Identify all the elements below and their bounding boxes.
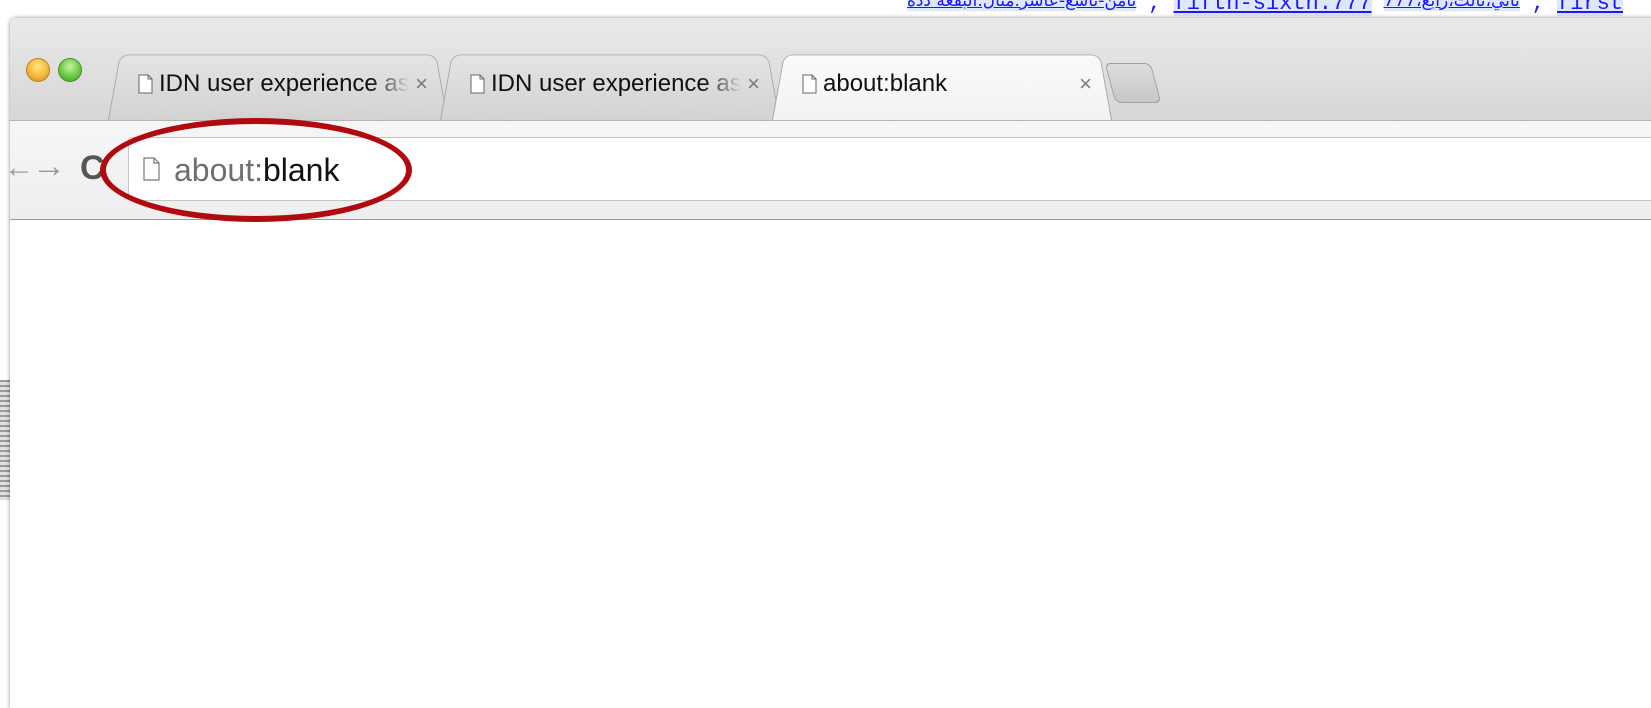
page-icon — [138, 74, 153, 94]
page-icon — [470, 74, 485, 94]
page-content — [10, 220, 1651, 708]
close-icon[interactable]: × — [415, 71, 428, 97]
back-arrow-icon[interactable]: ← — [10, 151, 34, 185]
tab-about-blank[interactable]: about:blank × — [786, 48, 1096, 120]
minimize-button[interactable] — [26, 58, 50, 82]
background-link[interactable]: ثاني،ثالث،رابع،777 — [1383, 0, 1520, 11]
page-icon — [802, 74, 817, 94]
background-link[interactable]: fifth-sixth.777 — [1173, 0, 1372, 16]
close-icon[interactable]: × — [1079, 71, 1092, 97]
new-tab-button[interactable] — [1104, 63, 1162, 103]
background-link[interactable]: first — [1556, 0, 1623, 16]
browser-window: IDN user experience assessment × IDN use… — [10, 18, 1651, 708]
tab-title: IDN user experience assessment — [491, 70, 741, 97]
reload-icon[interactable]: C — [80, 149, 105, 188]
forward-arrow-icon[interactable]: → — [32, 147, 66, 186]
background-link[interactable]: ثامن-تاسع-عاشر.مثال.البقعة ددة — [906, 0, 1137, 11]
tab-title: IDN user experience assessment — [159, 70, 409, 97]
tab-strip: IDN user experience assessment × IDN use… — [10, 18, 1651, 120]
tab-idn-assessment-1[interactable]: IDN user experience assessment × — [122, 48, 432, 120]
url-host: blank — [262, 152, 340, 188]
url-scheme: about: — [174, 152, 263, 188]
tab-idn-assessment-2[interactable]: IDN user experience assessment × — [454, 48, 764, 120]
page-icon — [143, 157, 160, 181]
address-bar-url: about:blank — [174, 152, 339, 189]
toolbar: ← → C about:blank — [10, 120, 1651, 220]
tab-title: about:blank — [823, 70, 948, 97]
background-separator: , — [1531, 0, 1545, 16]
background-separator: , — [1148, 0, 1162, 16]
address-bar[interactable]: about:blank — [128, 137, 1651, 201]
background-link-row: ثامن-تاسع-عاشر.مثال.البقعة ددة , fifth-s… — [906, 0, 1651, 17]
zoom-button[interactable] — [58, 58, 82, 82]
close-icon[interactable]: × — [747, 71, 760, 97]
